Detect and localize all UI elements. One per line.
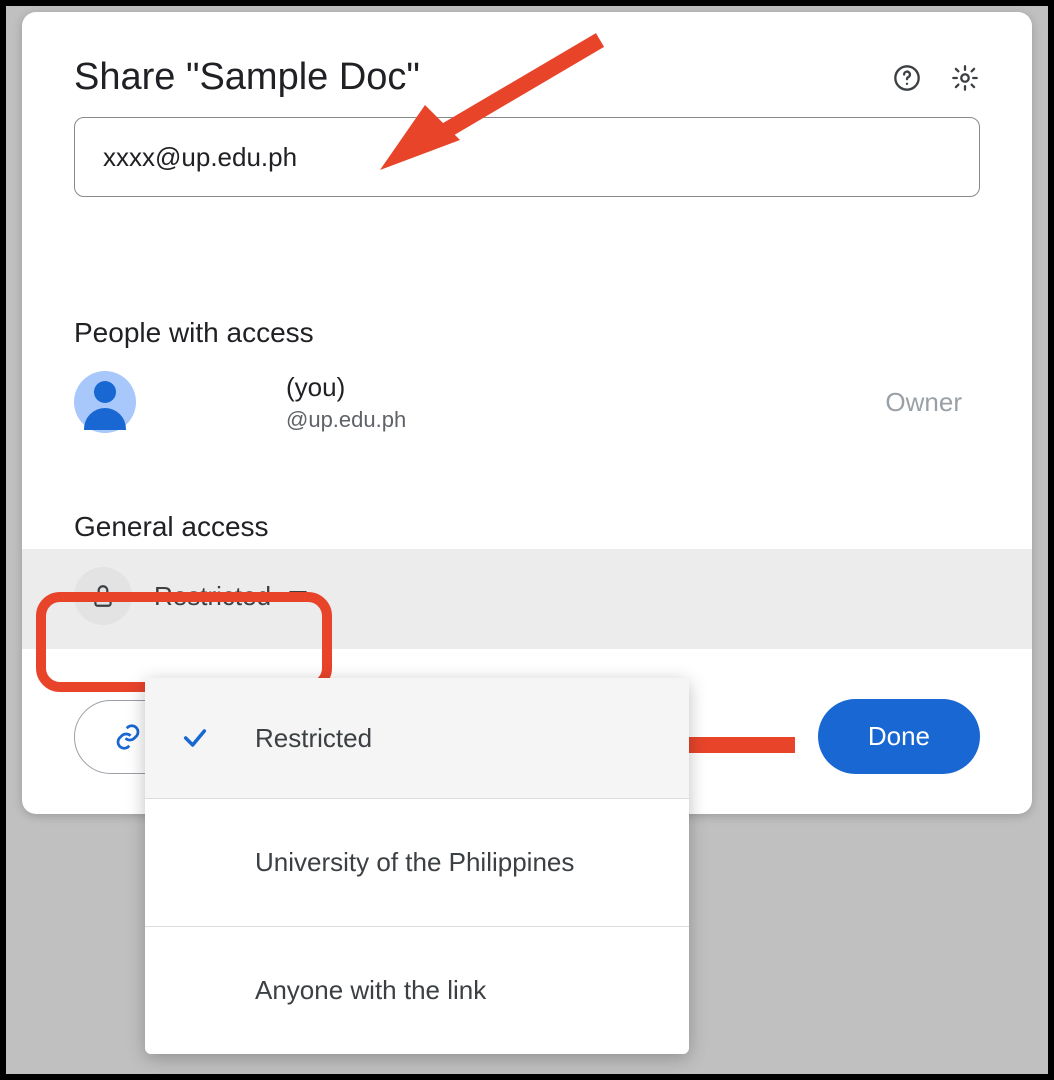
general-access-selected-label: Restricted	[154, 581, 271, 612]
gear-icon[interactable]	[950, 63, 980, 93]
person-name-you: (you)	[286, 372, 345, 403]
check-icon	[175, 724, 215, 752]
menu-option-label: Restricted	[255, 723, 372, 754]
menu-option-label: University of the Philippines	[255, 847, 574, 878]
person-role: Owner	[885, 387, 962, 418]
menu-option-restricted[interactable]: Restricted	[145, 678, 689, 798]
general-access-dropdown[interactable]: Restricted	[154, 581, 307, 612]
general-access-row: Restricted	[22, 549, 1032, 649]
add-people-input[interactable]	[74, 117, 980, 197]
avatar	[74, 371, 136, 433]
general-access-menu: Restricted University of the Philippines…	[145, 678, 689, 1054]
help-icon[interactable]	[892, 63, 922, 93]
menu-option-anyone[interactable]: Anyone with the link	[145, 926, 689, 1054]
menu-option-org[interactable]: University of the Philippines	[145, 798, 689, 926]
person-info: (you) @up.edu.ph	[166, 372, 885, 433]
person-row: (you) @up.edu.ph Owner	[22, 349, 1032, 455]
dialog-title: Share "Sample Doc"	[74, 56, 864, 99]
lock-icon	[74, 567, 132, 625]
done-button[interactable]: Done	[818, 699, 980, 774]
general-access-section: General access Restricted	[22, 511, 1032, 649]
person-email: @up.edu.ph	[286, 407, 406, 433]
link-icon	[113, 722, 143, 752]
general-access-heading: General access	[22, 511, 1032, 543]
email-input-row	[22, 117, 1032, 197]
menu-option-label: Anyone with the link	[255, 975, 486, 1006]
people-with-access-section: People with access (you) @up.edu.ph Owne…	[22, 317, 1032, 455]
caret-down-icon	[289, 591, 307, 602]
dialog-header: Share "Sample Doc"	[22, 12, 1032, 117]
people-with-access-heading: People with access	[22, 317, 1032, 349]
